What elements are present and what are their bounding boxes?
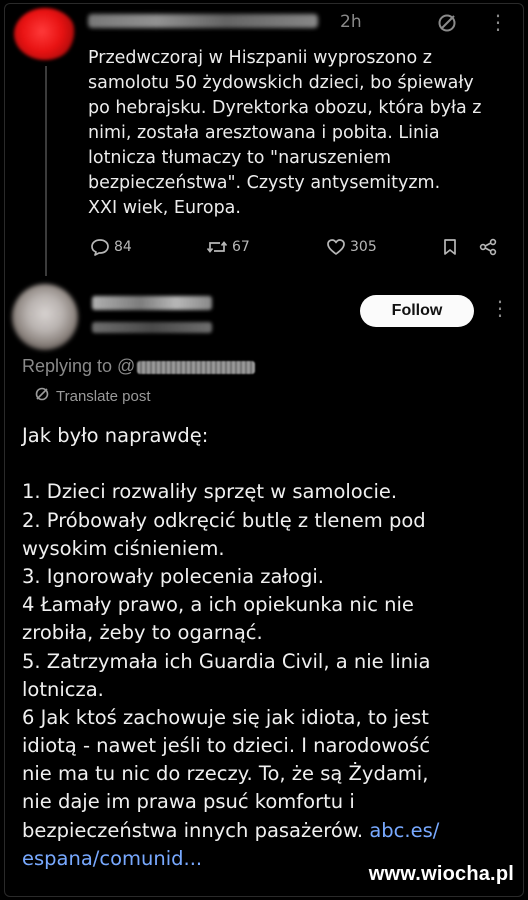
blurred-username [88, 14, 318, 28]
article-link[interactable]: abc.es/ [369, 819, 439, 842]
watermark: www.wiocha.pl [368, 863, 514, 885]
reply-line: 6 Jak ktoś zachowuje się jak idiota, to … [22, 705, 429, 729]
reply-line: 4 Łamały prawo, a ich opiekunka nic nie [22, 593, 414, 617]
reply-line-with-link: bezpieczeństwa innych pasażerów. abc.es/ [22, 817, 522, 845]
post-time: 2h [340, 12, 362, 32]
reply-line: 1. Dzieci rozwaliły sprzęt w samolocie. [22, 480, 398, 504]
reply-line: 2. Próbowały odkręcić butlę z tlenem pod [22, 508, 426, 532]
reply-line: zrobiła, żeby to ogarnąć. [22, 621, 263, 645]
post-text-line: samolotu 50 żydowskich dzieci, bo śpiewa… [88, 73, 474, 93]
reply-line: 3. Ignorowały polecenia załogi. [22, 564, 324, 588]
more-icon[interactable]: ⋮ [490, 298, 510, 318]
reply-heading: Jak było naprawdę: [22, 424, 209, 447]
heart-icon [326, 238, 346, 256]
follow-button[interactable]: Follow [360, 295, 474, 327]
post-actions: 84 67 305 [0, 238, 528, 262]
post-text-line: lotnicza tłumaczy to "naruszeniem [88, 148, 392, 168]
comment-count: 84 [114, 239, 132, 255]
post-text-line: po hebrajsku. Dyrektorka obozu, która by… [88, 98, 482, 118]
blurred-username [92, 296, 212, 310]
replying-to-label: Replying to @ [22, 356, 136, 376]
comment-icon [90, 238, 110, 256]
share-icon [478, 238, 498, 256]
comment-button[interactable]: 84 [90, 238, 132, 256]
blurred-reply-handle[interactable] [137, 360, 256, 374]
reply-line: nie ma tu nic do rzeczy. To, że są Żydam… [22, 762, 429, 786]
avatar[interactable] [12, 284, 78, 350]
post-text-line: Przedwczoraj w Hiszpanii wyproszono z [88, 48, 432, 68]
reply-line: idiotą - nawet jeśli to dzieci. I narodo… [22, 734, 431, 758]
post-text-line: nimi, została aresztowana i pobita. Lini… [88, 123, 440, 143]
translate-post-link[interactable]: Translate post [34, 386, 151, 406]
article-link-continued[interactable]: espana/comunid... [22, 847, 202, 870]
like-button[interactable]: 305 [326, 238, 377, 256]
reply-line: lotnicza. [22, 677, 104, 701]
post-text-line: XXI wiek, Europa. [88, 198, 241, 218]
reply-line: nie daje im prawa psuć komfortu i [22, 790, 355, 814]
translate-label: Translate post [56, 387, 151, 405]
share-button[interactable] [478, 238, 498, 256]
reply-text: Jak było naprawdę: 1. Dzieci rozwaliły s… [22, 422, 522, 873]
post-text: Przedwczoraj w Hiszpanii wyproszono z sa… [88, 46, 518, 221]
avatar[interactable] [14, 8, 76, 60]
blurred-handle [92, 322, 212, 333]
mute-icon[interactable] [436, 12, 458, 34]
repost-count: 67 [232, 239, 250, 255]
replying-to: Replying to @ [22, 356, 256, 377]
reply-line: 5. Zatrzymała ich Guardia Civil, a nie l… [22, 649, 431, 673]
more-icon[interactable]: ⋮ [488, 12, 508, 32]
bookmark-icon [442, 238, 458, 256]
post-text-line: bezpieczeństwa". Czysty antysemityzm. [88, 173, 441, 193]
reply-line: bezpieczeństwa innych pasażerów. [22, 818, 370, 842]
like-count: 305 [350, 239, 377, 255]
repost-icon [206, 238, 228, 256]
repost-button[interactable]: 67 [206, 238, 250, 256]
bookmark-button[interactable] [442, 238, 458, 256]
reply-line: wysokim ciśnieniem. [22, 536, 225, 560]
translate-icon [34, 386, 50, 406]
